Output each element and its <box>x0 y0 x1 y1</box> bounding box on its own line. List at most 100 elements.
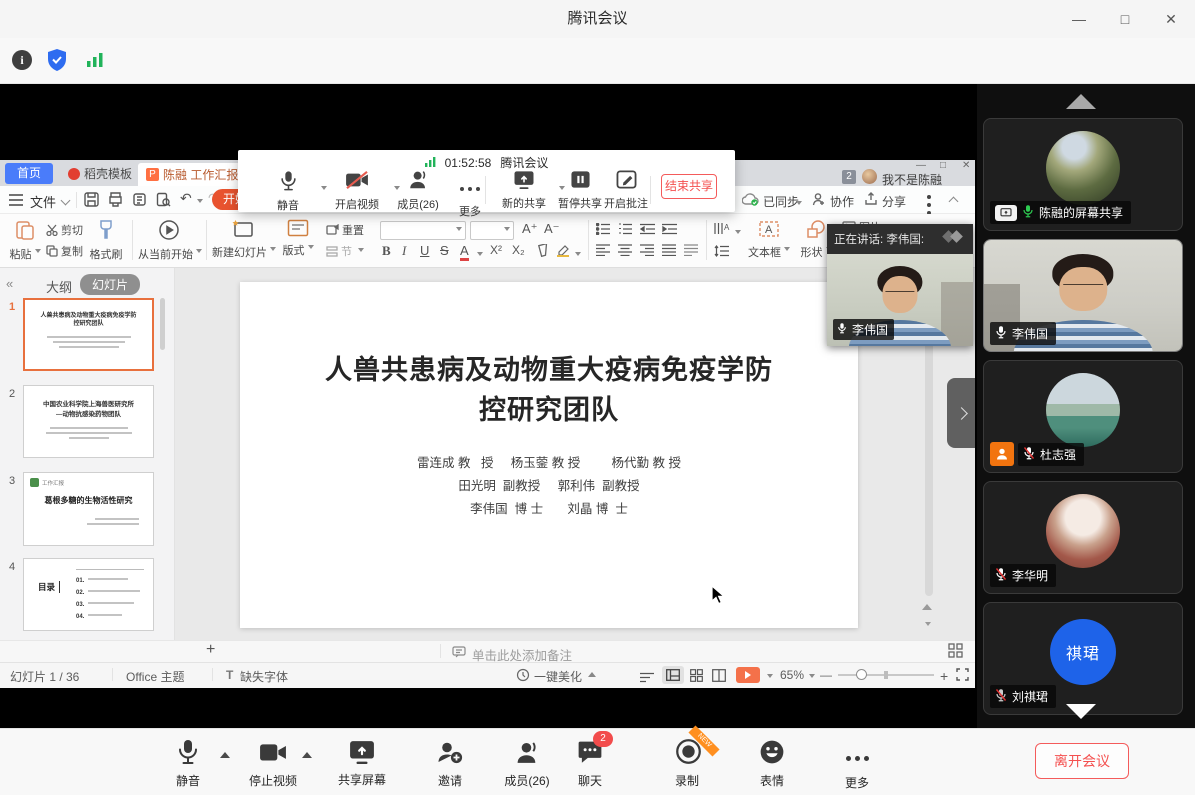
paste-button[interactable]: 粘贴 <box>8 219 42 262</box>
output-icon[interactable] <box>108 192 123 212</box>
clear-format-icon[interactable] <box>536 244 549 262</box>
wps-tab-templates[interactable]: 稻壳模板 <box>60 163 140 184</box>
align-left-icon[interactable] <box>596 243 610 261</box>
share-screen-button[interactable]: 共享屏幕 <box>324 738 400 788</box>
sync-status-label[interactable]: 已同步 <box>763 193 799 210</box>
participant-tile-duzhiqiang[interactable]: 杜志强 <box>983 360 1183 473</box>
decrease-indent-icon[interactable] <box>640 222 655 240</box>
highlight-dropdown-icon[interactable] <box>575 252 581 259</box>
wps-maximize[interactable]: □ <box>940 160 946 171</box>
italic-button[interactable]: I <box>402 243 406 259</box>
slideshow-dropdown-icon[interactable] <box>767 674 773 681</box>
previous-slide-icon[interactable] <box>922 604 932 610</box>
sidebar-expander-handle[interactable] <box>947 378 975 448</box>
slide-thumbnail-4[interactable]: 目录 01. 02. 03. 04. <box>23 558 154 631</box>
mute-button[interactable]: 静音 <box>256 170 320 213</box>
panel-collapse-button[interactable]: « <box>6 276 13 291</box>
slides-tab[interactable]: 幻灯片 <box>80 274 140 295</box>
layout-button[interactable]: 版式 <box>278 219 318 258</box>
chat-button[interactable]: 2 聊天 <box>552 738 628 789</box>
reset-button[interactable]: 重置 <box>326 222 364 238</box>
participant-tile-liweiguo[interactable]: 李伟国 <box>983 239 1183 352</box>
grid-view-icon[interactable] <box>948 643 963 663</box>
video-options-icon[interactable] <box>302 752 312 758</box>
copy-button[interactable]: 复制 <box>46 243 83 259</box>
wps-tab-home[interactable]: 首页 <box>5 163 53 184</box>
highlight-icon[interactable] <box>556 244 570 262</box>
cloud-sync-icon[interactable] <box>742 192 759 211</box>
undo-icon[interactable]: ↶ <box>180 190 192 207</box>
undo-dropdown-icon[interactable] <box>197 199 203 206</box>
view-options-icon[interactable] <box>640 670 654 688</box>
align-center-icon[interactable] <box>618 243 632 261</box>
next-slide-icon[interactable] <box>925 622 931 629</box>
new-share-button[interactable]: 新的共享 <box>492 170 556 211</box>
increase-indent-icon[interactable] <box>662 222 677 240</box>
section-button[interactable]: 节 <box>326 243 364 259</box>
distribute-icon[interactable] <box>684 243 698 261</box>
minimize-button[interactable]: — <box>1057 0 1101 38</box>
maximize-button[interactable]: □ <box>1103 0 1147 38</box>
mic-options-icon[interactable] <box>220 752 230 758</box>
text-direction-dropdown-icon[interactable] <box>735 230 741 237</box>
text-direction-icon[interactable]: A <box>714 222 730 240</box>
hamburger-menu-icon[interactable] <box>9 193 23 211</box>
line-spacing-icon[interactable] <box>714 244 729 262</box>
annotate-button[interactable]: 开启批注 <box>594 170 658 211</box>
start-video-button[interactable]: 开启视频 <box>325 170 389 212</box>
network-signal-icon[interactable] <box>86 52 104 73</box>
align-right-icon[interactable] <box>640 243 654 261</box>
font-size-combobox[interactable] <box>470 221 514 240</box>
zoom-level[interactable]: 65% <box>780 668 804 682</box>
participant-tile-liuqijun[interactable]: 祺珺 刘祺珺 <box>983 602 1183 715</box>
current-slide[interactable]: 人兽共患病及动物重大疫病免疫学防 控研究团队 雷连成 教 授 杨玉蓥 教 授 杨… <box>240 282 858 628</box>
theme-status[interactable]: Office 主题 <box>126 668 184 685</box>
grow-font-button[interactable]: A⁺ <box>522 221 538 237</box>
missing-font-status[interactable]: 缺失字体 <box>240 668 288 685</box>
bullet-list-icon[interactable] <box>596 222 611 240</box>
wps-minimize[interactable]: — <box>916 160 926 171</box>
slide-thumbnail-2[interactable]: 中国农业科学院上海兽医研究所 —动物抗感染药物团队 <box>23 385 154 458</box>
beautify-button[interactable]: 一键美化 <box>534 668 582 685</box>
shrink-font-button[interactable]: A⁻ <box>544 221 560 237</box>
zoom-in-button[interactable]: + <box>940 668 948 684</box>
save-icon[interactable] <box>84 192 99 212</box>
font-color-button[interactable]: A <box>460 243 469 261</box>
wps-file-menu[interactable]: 文件 <box>30 192 56 211</box>
slideshow-play-button[interactable] <box>736 667 760 683</box>
record-button[interactable]: NEW 录制 <box>649 738 725 789</box>
meeting-info-icon[interactable]: i <box>12 50 32 70</box>
textbox-button[interactable]: A 文本框 <box>746 219 792 260</box>
normal-view-button[interactable] <box>662 666 684 684</box>
numbered-list-icon[interactable] <box>618 222 633 240</box>
scroll-down-arrow[interactable] <box>1066 704 1096 719</box>
zoom-out-button[interactable]: — <box>820 668 832 682</box>
scroll-up-arrow[interactable] <box>1066 94 1096 109</box>
print-icon[interactable] <box>132 192 147 212</box>
security-shield-icon[interactable] <box>46 48 68 77</box>
superscript-button[interactable]: X² <box>490 243 502 257</box>
zoom-slider-knob[interactable] <box>856 669 867 680</box>
emoji-button[interactable]: 表情 <box>734 738 810 789</box>
wps-close[interactable]: ✕ <box>962 160 970 171</box>
mute-button-main[interactable]: 静音 <box>150 738 226 789</box>
leave-meeting-button[interactable]: 离开会议 <box>1035 743 1129 779</box>
more-button-main[interactable]: 更多 <box>819 738 895 791</box>
new-slide-button[interactable]: 新建幻灯片 <box>212 219 274 260</box>
close-button[interactable]: ✕ <box>1149 0 1193 38</box>
print-preview-icon[interactable] <box>156 192 171 212</box>
slide-thumbnail-3[interactable]: 工作汇报 葛根多糖的生物活性研究 <box>23 472 154 546</box>
align-justify-icon[interactable] <box>662 243 676 261</box>
speaker-popup[interactable]: 正在讲话: 李伟国: 李伟国 <box>827 224 973 346</box>
collaborate-label[interactable]: 协作 <box>830 193 854 210</box>
wps-account-avatar[interactable] <box>862 169 877 184</box>
outline-tab[interactable]: 大纲 <box>46 277 72 296</box>
font-color-dropdown-icon[interactable] <box>477 252 483 259</box>
fit-screen-icon[interactable] <box>956 668 969 686</box>
play-from-current-button[interactable]: 从当前开始 <box>138 219 200 262</box>
slide-thumbnail-1[interactable]: 人兽共患病及动物重大疫病免疫学防 控研究团队 <box>23 298 154 371</box>
underline-button[interactable]: U <box>420 243 429 258</box>
share-arrow-icon[interactable] <box>864 192 878 211</box>
stop-video-button[interactable]: 停止视频 <box>235 738 311 789</box>
reading-view-icon[interactable] <box>712 669 726 687</box>
